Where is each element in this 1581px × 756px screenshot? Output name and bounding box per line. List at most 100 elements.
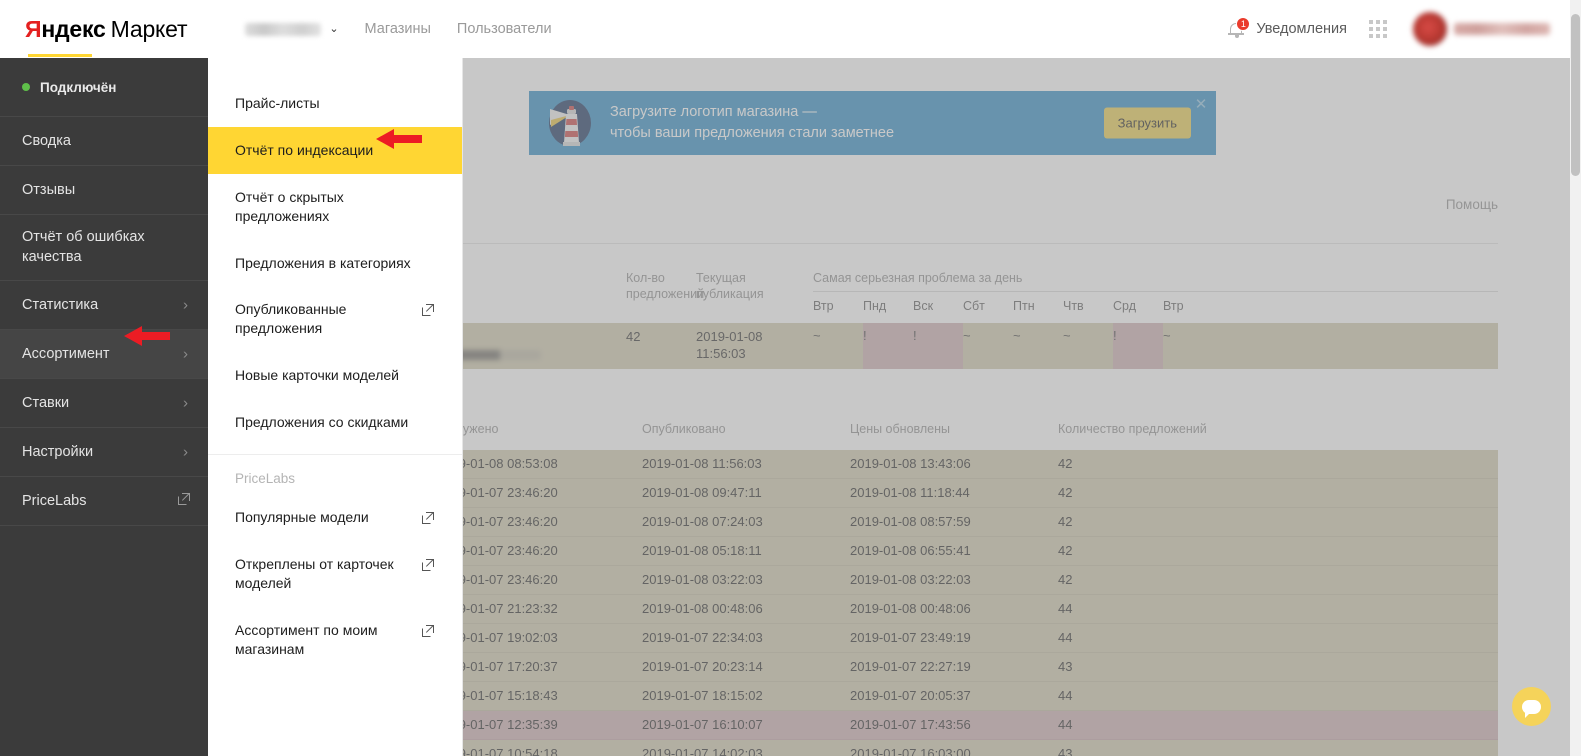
cell-offers: 44 bbox=[1058, 624, 1498, 652]
apps-grid-icon[interactable] bbox=[1369, 20, 1387, 38]
cell-offers: 44 bbox=[1058, 595, 1498, 623]
sidebar-item-3[interactable]: Статистика› bbox=[0, 281, 208, 330]
external-link-icon bbox=[422, 302, 434, 321]
chevron-right-icon: › bbox=[183, 346, 188, 363]
account-name-redacted[interactable] bbox=[245, 23, 321, 36]
sidebar-items: Сводка Отзывы Отчёт об ошибках качества Ста… bbox=[0, 117, 208, 526]
dropdown-item-label: Опубликованные предложения bbox=[235, 301, 346, 336]
cell-prices_updated: 2019-01-07 23:49:19 bbox=[850, 624, 1058, 652]
dropdown-item-5[interactable]: Новые карточки моделей bbox=[208, 352, 462, 399]
dropdown-items: Прайс-листы Отчёт по индексации Отчёт о ск… bbox=[208, 80, 462, 446]
notifications-label[interactable]: Уведомления bbox=[1256, 21, 1347, 37]
weekday-problem-flag: ~ bbox=[813, 323, 863, 369]
sidebar-item-4[interactable]: Ассортимент› bbox=[0, 330, 208, 379]
weekday-problem-flag: ~ bbox=[1163, 323, 1213, 369]
cell-published: 2019-01-08 00:48:06 bbox=[642, 595, 850, 623]
weekday-header: Вск bbox=[913, 298, 963, 314]
sidebar-item-0[interactable]: Сводка bbox=[0, 117, 208, 166]
weekday-problem-flag: ~ bbox=[1063, 323, 1113, 369]
dropdown-group-item-label: Популярные модели bbox=[235, 509, 369, 525]
help-link[interactable]: Помощь bbox=[1446, 197, 1498, 212]
bell-icon[interactable]: 1 bbox=[1227, 18, 1247, 40]
external-link-icon bbox=[178, 493, 190, 505]
external-link-icon bbox=[422, 559, 434, 571]
weekday-header: Сбт bbox=[963, 298, 1013, 314]
dropdown-item-label: Прайс-листы bbox=[235, 95, 320, 111]
cell-uploaded: 2019-01-07 21:23:32 bbox=[437, 595, 642, 623]
col-offers-count: Кол-во предложений bbox=[626, 270, 696, 315]
chevron-right-icon: › bbox=[183, 395, 188, 412]
banner-upload-button[interactable]: Загрузить bbox=[1104, 108, 1191, 139]
problem-group-title: Самая серьезная проблема за день bbox=[813, 270, 1498, 292]
cell-offers: 44 bbox=[1058, 682, 1498, 710]
sidebar-item-6[interactable]: Настройки› bbox=[0, 428, 208, 477]
notification-badge: 1 bbox=[1236, 17, 1250, 31]
dropdown-item-label: Новые карточки моделей bbox=[235, 367, 399, 383]
dropdown-item-label: Отчёт о скрытых предложениях bbox=[235, 189, 344, 224]
sidebar-item-label: Ставки bbox=[22, 395, 69, 411]
cell-uploaded: 2019-01-07 23:46:20 bbox=[437, 537, 642, 565]
dropdown-group-item-2[interactable]: Ассортимент по моим магазинам bbox=[208, 607, 462, 673]
connection-status-label: Подключён bbox=[40, 80, 116, 95]
avatar[interactable] bbox=[1413, 12, 1447, 46]
sidebar-item-label: Сводка bbox=[22, 133, 71, 149]
dropdown-item-1[interactable]: Отчёт по индексации bbox=[208, 127, 462, 174]
cell-published: 2019-01-08 09:47:11 bbox=[642, 479, 850, 507]
sidebar-item-1[interactable]: Отзывы bbox=[0, 166, 208, 215]
chevron-down-icon[interactable]: ⌄ bbox=[329, 24, 338, 35]
external-link-icon bbox=[422, 625, 434, 637]
sidebar-item-7[interactable]: PriceLabs bbox=[0, 477, 208, 526]
close-icon[interactable]: ✕ bbox=[1194, 98, 1208, 112]
weekday-header: Срд bbox=[1113, 298, 1163, 314]
cell-offers: 43 bbox=[1058, 653, 1498, 681]
dropdown-item-3[interactable]: Предложения в категориях bbox=[208, 240, 462, 287]
banner-text: Загрузите логотип магазина — чтобы ваши … bbox=[610, 102, 894, 144]
logo-ya: Я bbox=[25, 16, 41, 42]
scrollbar-thumb[interactable] bbox=[1571, 14, 1580, 176]
top-bar: ЯндексМаркет ⌄ Магазины Пользователи 1 У… bbox=[0, 0, 1570, 58]
sidebar-item-5[interactable]: Ставки › bbox=[0, 379, 208, 428]
external-link-icon bbox=[422, 304, 434, 316]
col-offers-number: Количество предложений bbox=[1058, 416, 1498, 443]
dropdown-item-label: Предложения со скидками bbox=[235, 414, 408, 430]
cell-prices_updated: 2019-01-07 20:05:37 bbox=[850, 682, 1058, 710]
sidebar-item-2[interactable]: Отчёт об ошибках качества bbox=[0, 215, 208, 281]
dropdown-group-item-1[interactable]: Откреплены от карточек моделей bbox=[208, 541, 462, 607]
dropdown-item-0[interactable]: Прайс-листы bbox=[208, 80, 462, 127]
chat-bubble-icon[interactable] bbox=[1512, 687, 1551, 726]
dropdown-group-items: Популярные модели Откреплены от карточек … bbox=[208, 494, 462, 672]
cell-offers: 44 bbox=[1058, 711, 1498, 739]
page-scrollbar[interactable] bbox=[1570, 0, 1581, 756]
summary-publication-cell: 2019-01-08 11:56:03 bbox=[696, 323, 813, 369]
logo-upload-banner: Загрузите логотип магазина — чтобы ваши … bbox=[529, 91, 1216, 155]
dropdown-item-6[interactable]: Предложения со скидками bbox=[208, 399, 462, 446]
dropdown-group-item-label: Откреплены от карточек моделей bbox=[235, 556, 394, 591]
cell-uploaded: 2019-01-07 23:46:20 bbox=[437, 508, 642, 536]
cell-uploaded: 2019-01-08 08:53:08 bbox=[437, 450, 642, 478]
weekday-problem-flag: ! bbox=[1113, 323, 1163, 369]
yandex-market-logo: ЯндексМаркет bbox=[25, 16, 187, 43]
cell-prices_updated: 2019-01-07 17:43:56 bbox=[850, 711, 1058, 739]
banner-line-2: чтобы ваши предложения стали заметнее bbox=[610, 123, 894, 144]
cell-published: 2019-01-08 03:22:03 bbox=[642, 566, 850, 594]
sidebar-item-label: PriceLabs bbox=[22, 493, 86, 509]
topnav-link-users[interactable]: Пользователи bbox=[457, 21, 552, 37]
external-link-icon bbox=[422, 512, 434, 524]
cell-offers: 42 bbox=[1058, 566, 1498, 594]
lighthouse-icon bbox=[548, 99, 592, 147]
username-redacted[interactable] bbox=[1454, 23, 1550, 35]
status-dot-icon bbox=[22, 83, 30, 91]
dropdown-group-item-0[interactable]: Популярные модели bbox=[208, 494, 462, 541]
cell-offers: 42 bbox=[1058, 450, 1498, 478]
logo-market: Маркет bbox=[111, 16, 188, 42]
sidebar-item-label: Отчёт об ошибках качества bbox=[22, 228, 186, 267]
topnav-link-shops[interactable]: Магазины bbox=[365, 21, 431, 37]
cell-offers: 42 bbox=[1058, 508, 1498, 536]
external-link-icon bbox=[422, 623, 434, 642]
dropdown-item-4[interactable]: Опубликованные предложения bbox=[208, 286, 462, 352]
cell-prices_updated: 2019-01-08 03:22:03 bbox=[850, 566, 1058, 594]
chevron-right-icon: › bbox=[183, 444, 188, 461]
cell-prices_updated: 2019-01-08 08:57:59 bbox=[850, 508, 1058, 536]
cell-uploaded: 2019-01-07 23:46:20 bbox=[437, 479, 642, 507]
dropdown-item-2[interactable]: Отчёт о скрытых предложениях bbox=[208, 174, 462, 240]
